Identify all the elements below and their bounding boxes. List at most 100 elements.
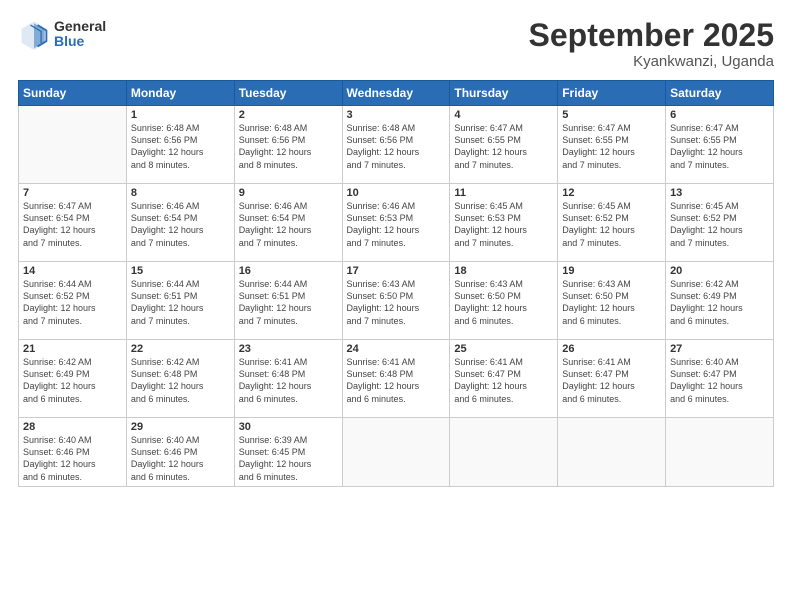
day-number: 3 [347, 109, 446, 121]
week-row-3: 14Sunrise: 6:44 AM Sunset: 6:52 PM Dayli… [19, 262, 774, 340]
day-number: 24 [347, 343, 446, 355]
day-info: Sunrise: 6:46 AM Sunset: 6:53 PM Dayligh… [347, 200, 446, 249]
day-info: Sunrise: 6:39 AM Sunset: 6:45 PM Dayligh… [239, 434, 338, 483]
day-info: Sunrise: 6:47 AM Sunset: 6:55 PM Dayligh… [670, 122, 769, 171]
header-row: Sunday Monday Tuesday Wednesday Thursday… [19, 81, 774, 106]
day-cell: 8Sunrise: 6:46 AM Sunset: 6:54 PM Daylig… [126, 184, 234, 262]
day-cell: 21Sunrise: 6:42 AM Sunset: 6:49 PM Dayli… [19, 340, 127, 418]
day-number: 23 [239, 343, 338, 355]
day-cell: 25Sunrise: 6:41 AM Sunset: 6:47 PM Dayli… [450, 340, 558, 418]
logo-blue: Blue [54, 34, 106, 49]
week-row-5: 28Sunrise: 6:40 AM Sunset: 6:46 PM Dayli… [19, 418, 774, 487]
day-number: 25 [454, 343, 553, 355]
day-info: Sunrise: 6:48 AM Sunset: 6:56 PM Dayligh… [131, 122, 230, 171]
day-cell: 1Sunrise: 6:48 AM Sunset: 6:56 PM Daylig… [126, 106, 234, 184]
logo: General Blue [18, 18, 106, 50]
day-cell: 28Sunrise: 6:40 AM Sunset: 6:46 PM Dayli… [19, 418, 127, 487]
day-number: 14 [23, 265, 122, 277]
day-cell: 30Sunrise: 6:39 AM Sunset: 6:45 PM Dayli… [234, 418, 342, 487]
day-number: 27 [670, 343, 769, 355]
day-cell: 13Sunrise: 6:45 AM Sunset: 6:52 PM Dayli… [666, 184, 774, 262]
day-cell: 19Sunrise: 6:43 AM Sunset: 6:50 PM Dayli… [558, 262, 666, 340]
day-cell: 10Sunrise: 6:46 AM Sunset: 6:53 PM Dayli… [342, 184, 450, 262]
day-cell: 6Sunrise: 6:47 AM Sunset: 6:55 PM Daylig… [666, 106, 774, 184]
day-info: Sunrise: 6:43 AM Sunset: 6:50 PM Dayligh… [347, 278, 446, 327]
day-info: Sunrise: 6:41 AM Sunset: 6:47 PM Dayligh… [562, 356, 661, 405]
day-cell: 23Sunrise: 6:41 AM Sunset: 6:48 PM Dayli… [234, 340, 342, 418]
day-cell [450, 418, 558, 487]
calendar-title: September 2025 [529, 18, 774, 53]
day-info: Sunrise: 6:40 AM Sunset: 6:47 PM Dayligh… [670, 356, 769, 405]
col-monday: Monday [126, 81, 234, 106]
col-friday: Friday [558, 81, 666, 106]
calendar-subtitle: Kyankwanzi, Uganda [529, 53, 774, 70]
week-row-2: 7Sunrise: 6:47 AM Sunset: 6:54 PM Daylig… [19, 184, 774, 262]
day-cell [19, 106, 127, 184]
day-number: 21 [23, 343, 122, 355]
day-info: Sunrise: 6:40 AM Sunset: 6:46 PM Dayligh… [23, 434, 122, 483]
day-cell: 24Sunrise: 6:41 AM Sunset: 6:48 PM Dayli… [342, 340, 450, 418]
day-number: 26 [562, 343, 661, 355]
day-number: 28 [23, 421, 122, 433]
week-row-4: 21Sunrise: 6:42 AM Sunset: 6:49 PM Dayli… [19, 340, 774, 418]
day-info: Sunrise: 6:47 AM Sunset: 6:54 PM Dayligh… [23, 200, 122, 249]
day-info: Sunrise: 6:46 AM Sunset: 6:54 PM Dayligh… [131, 200, 230, 249]
day-cell: 16Sunrise: 6:44 AM Sunset: 6:51 PM Dayli… [234, 262, 342, 340]
day-number: 17 [347, 265, 446, 277]
day-info: Sunrise: 6:48 AM Sunset: 6:56 PM Dayligh… [347, 122, 446, 171]
day-cell: 2Sunrise: 6:48 AM Sunset: 6:56 PM Daylig… [234, 106, 342, 184]
day-cell: 3Sunrise: 6:48 AM Sunset: 6:56 PM Daylig… [342, 106, 450, 184]
week-row-1: 1Sunrise: 6:48 AM Sunset: 6:56 PM Daylig… [19, 106, 774, 184]
day-number: 7 [23, 187, 122, 199]
day-info: Sunrise: 6:47 AM Sunset: 6:55 PM Dayligh… [454, 122, 553, 171]
day-cell: 12Sunrise: 6:45 AM Sunset: 6:52 PM Dayli… [558, 184, 666, 262]
day-number: 13 [670, 187, 769, 199]
day-cell: 20Sunrise: 6:42 AM Sunset: 6:49 PM Dayli… [666, 262, 774, 340]
day-info: Sunrise: 6:42 AM Sunset: 6:49 PM Dayligh… [23, 356, 122, 405]
day-cell: 18Sunrise: 6:43 AM Sunset: 6:50 PM Dayli… [450, 262, 558, 340]
day-cell: 26Sunrise: 6:41 AM Sunset: 6:47 PM Dayli… [558, 340, 666, 418]
day-info: Sunrise: 6:45 AM Sunset: 6:52 PM Dayligh… [562, 200, 661, 249]
day-info: Sunrise: 6:42 AM Sunset: 6:48 PM Dayligh… [131, 356, 230, 405]
day-cell: 29Sunrise: 6:40 AM Sunset: 6:46 PM Dayli… [126, 418, 234, 487]
day-info: Sunrise: 6:45 AM Sunset: 6:52 PM Dayligh… [670, 200, 769, 249]
day-number: 16 [239, 265, 338, 277]
day-cell: 15Sunrise: 6:44 AM Sunset: 6:51 PM Dayli… [126, 262, 234, 340]
day-cell: 4Sunrise: 6:47 AM Sunset: 6:55 PM Daylig… [450, 106, 558, 184]
title-block: September 2025 Kyankwanzi, Uganda [529, 18, 774, 70]
day-cell: 9Sunrise: 6:46 AM Sunset: 6:54 PM Daylig… [234, 184, 342, 262]
day-info: Sunrise: 6:47 AM Sunset: 6:55 PM Dayligh… [562, 122, 661, 171]
day-info: Sunrise: 6:44 AM Sunset: 6:52 PM Dayligh… [23, 278, 122, 327]
day-info: Sunrise: 6:43 AM Sunset: 6:50 PM Dayligh… [454, 278, 553, 327]
logo-icon [18, 18, 50, 50]
day-number: 1 [131, 109, 230, 121]
day-number: 22 [131, 343, 230, 355]
day-number: 4 [454, 109, 553, 121]
day-info: Sunrise: 6:44 AM Sunset: 6:51 PM Dayligh… [131, 278, 230, 327]
day-number: 30 [239, 421, 338, 433]
day-info: Sunrise: 6:40 AM Sunset: 6:46 PM Dayligh… [131, 434, 230, 483]
col-wednesday: Wednesday [342, 81, 450, 106]
col-thursday: Thursday [450, 81, 558, 106]
day-cell [342, 418, 450, 487]
day-number: 6 [670, 109, 769, 121]
day-info: Sunrise: 6:44 AM Sunset: 6:51 PM Dayligh… [239, 278, 338, 327]
day-cell: 17Sunrise: 6:43 AM Sunset: 6:50 PM Dayli… [342, 262, 450, 340]
day-cell: 7Sunrise: 6:47 AM Sunset: 6:54 PM Daylig… [19, 184, 127, 262]
day-number: 8 [131, 187, 230, 199]
logo-general: General [54, 19, 106, 34]
col-tuesday: Tuesday [234, 81, 342, 106]
day-cell: 11Sunrise: 6:45 AM Sunset: 6:53 PM Dayli… [450, 184, 558, 262]
day-info: Sunrise: 6:41 AM Sunset: 6:47 PM Dayligh… [454, 356, 553, 405]
day-number: 11 [454, 187, 553, 199]
day-cell: 27Sunrise: 6:40 AM Sunset: 6:47 PM Dayli… [666, 340, 774, 418]
day-info: Sunrise: 6:41 AM Sunset: 6:48 PM Dayligh… [347, 356, 446, 405]
day-number: 12 [562, 187, 661, 199]
page: General Blue September 2025 Kyankwanzi, … [0, 0, 792, 612]
day-info: Sunrise: 6:43 AM Sunset: 6:50 PM Dayligh… [562, 278, 661, 327]
day-info: Sunrise: 6:41 AM Sunset: 6:48 PM Dayligh… [239, 356, 338, 405]
day-cell [558, 418, 666, 487]
col-saturday: Saturday [666, 81, 774, 106]
col-sunday: Sunday [19, 81, 127, 106]
header: General Blue September 2025 Kyankwanzi, … [18, 18, 774, 70]
